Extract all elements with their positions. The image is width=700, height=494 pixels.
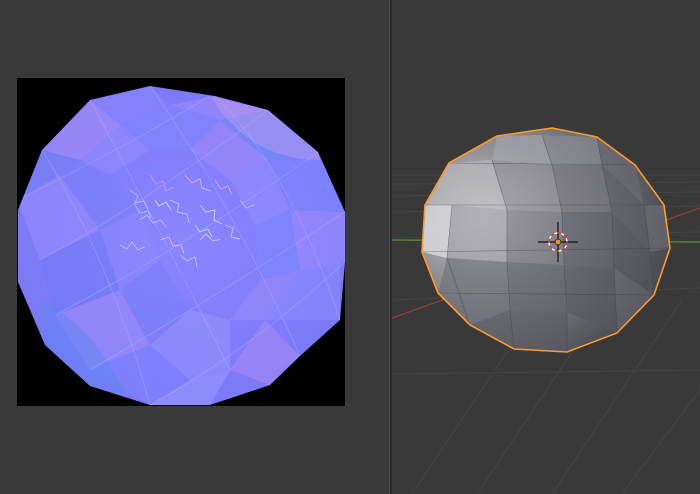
3d-viewport[interactable] [392,0,700,494]
viewport-canvas[interactable] [392,0,700,494]
uv-image-editor[interactable] [0,0,389,494]
uv-editor-canvas[interactable] [0,0,389,494]
uv-sphere[interactable] [421,127,671,353]
